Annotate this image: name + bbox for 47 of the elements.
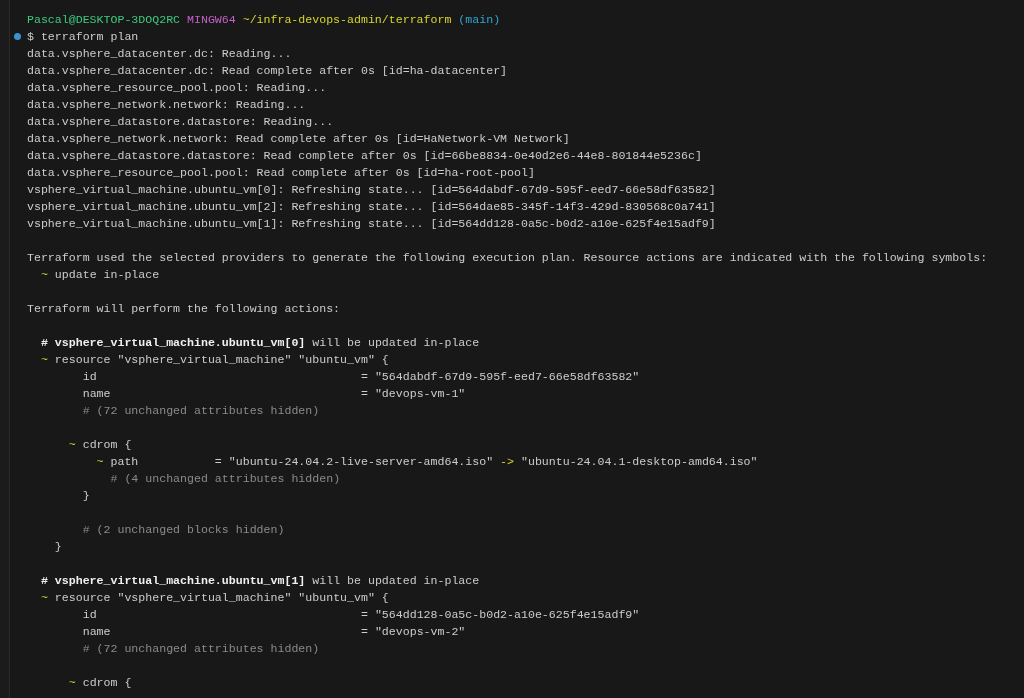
output-text: will be updated in-place (312, 336, 480, 349)
output-text: name = "devops-vm-1" (82, 387, 466, 400)
output-text: vsphere_virtual_machine.ubuntu_vm[1]: Refreshing state... [id=564dd128-0a5c-b0d2-a10e-625f4e15adf9] (27, 217, 716, 230)
output-text: data.vsphere_resource_pool.pool: Read complete after 0s [id=ha-root-pool] (27, 166, 535, 179)
output-text: Terraform will perform the following actions: (27, 302, 341, 315)
change-symbol: ~ (68, 676, 76, 689)
output-text: $ terraform plan (27, 30, 139, 43)
change-symbol: -> (500, 455, 515, 468)
output-text: data.vsphere_datacenter.dc: Reading... (27, 47, 292, 60)
output-text: vsphere_virtual_machine.ubuntu_vm[2]: Refreshing state... [id=564dae85-345f-14f3-429d-830568c0a741] (27, 200, 716, 213)
output-text: data.vsphere_resource_pool.pool: Reading... (27, 81, 327, 94)
output-text: resource "vsphere_virtual_machine" "ubuntu_vm" { (54, 353, 389, 366)
output-text: path = "ubuntu-24.04.2-live-server-amd64.iso" (110, 455, 494, 468)
change-symbol: ~ (68, 438, 76, 451)
output-text: data.vsphere_datastore.datastore: Read complete after 0s [id=66be8834-0e40d2e6-44e8-801844e5236c] (27, 149, 702, 162)
prompt-shell: MINGW64 (187, 13, 236, 26)
output-text: name = "devops-vm-2" (82, 625, 466, 638)
change-symbol: ~ (40, 591, 48, 604)
output-text: id = "564dd128-0a5c-b0d2-a10e-625f4e15adf9" (82, 608, 640, 621)
output-text: data.vsphere_datacenter.dc: Read complete after 0s [id=ha-datacenter] (27, 64, 508, 77)
comment-text: # (4 unchanged attributes hidden) (110, 472, 341, 485)
command-status-icon (14, 33, 21, 40)
comment-text: # (72 unchanged attributes hidden) (82, 642, 320, 655)
output-text: vsphere_virtual_machine.ubuntu_vm[0]: Refreshing state... [id=564dabdf-67d9-595f-eed7-66e58df63582] (27, 183, 716, 196)
resource-address: # vsphere_virtual_machine.ubuntu_vm[0] (40, 336, 306, 349)
output-text: Terraform used the selected providers to generate the following execution plan. Resource actions are indicated with the following symbols: (27, 251, 988, 264)
comment-text: # (72 unchanged attributes hidden) (82, 404, 320, 417)
prompt-path: ~/infra-devops-admin/terraform (242, 13, 452, 26)
output-text: data.vsphere_network.network: Read complete after 0s [id=HaNetwork-VM Network] (27, 132, 570, 145)
resource-address: # vsphere_virtual_machine.ubuntu_vm[1] (40, 574, 306, 587)
comment-text: # (2 unchanged blocks hidden) (82, 523, 285, 536)
output-text: data.vsphere_datastore.datastore: Reading... (27, 115, 334, 128)
output-text: "ubuntu-24.04.1-desktop-amd64.iso" (521, 455, 758, 468)
output-text: data.vsphere_network.network: Reading... (27, 98, 306, 111)
output-text: cdrom { (82, 676, 132, 689)
output-text: } (82, 489, 90, 502)
output-text: resource "vsphere_virtual_machine" "ubuntu_vm" { (54, 591, 389, 604)
output-text: update in-place (54, 268, 160, 281)
output-text: id = "564dabdf-67d9-595f-eed7-66e58df63582" (82, 370, 640, 383)
prompt-branch: (main) (458, 13, 501, 26)
change-symbol: ~ (40, 353, 48, 366)
output-text: } (54, 540, 62, 553)
output-text: will be updated in-place (312, 574, 480, 587)
change-symbol: ~ (40, 268, 48, 281)
prompt-user-host: Pascal@DESKTOP-3DOQ2RC (27, 13, 181, 26)
output-text: cdrom { (82, 438, 132, 451)
change-symbol: ~ (96, 455, 104, 468)
